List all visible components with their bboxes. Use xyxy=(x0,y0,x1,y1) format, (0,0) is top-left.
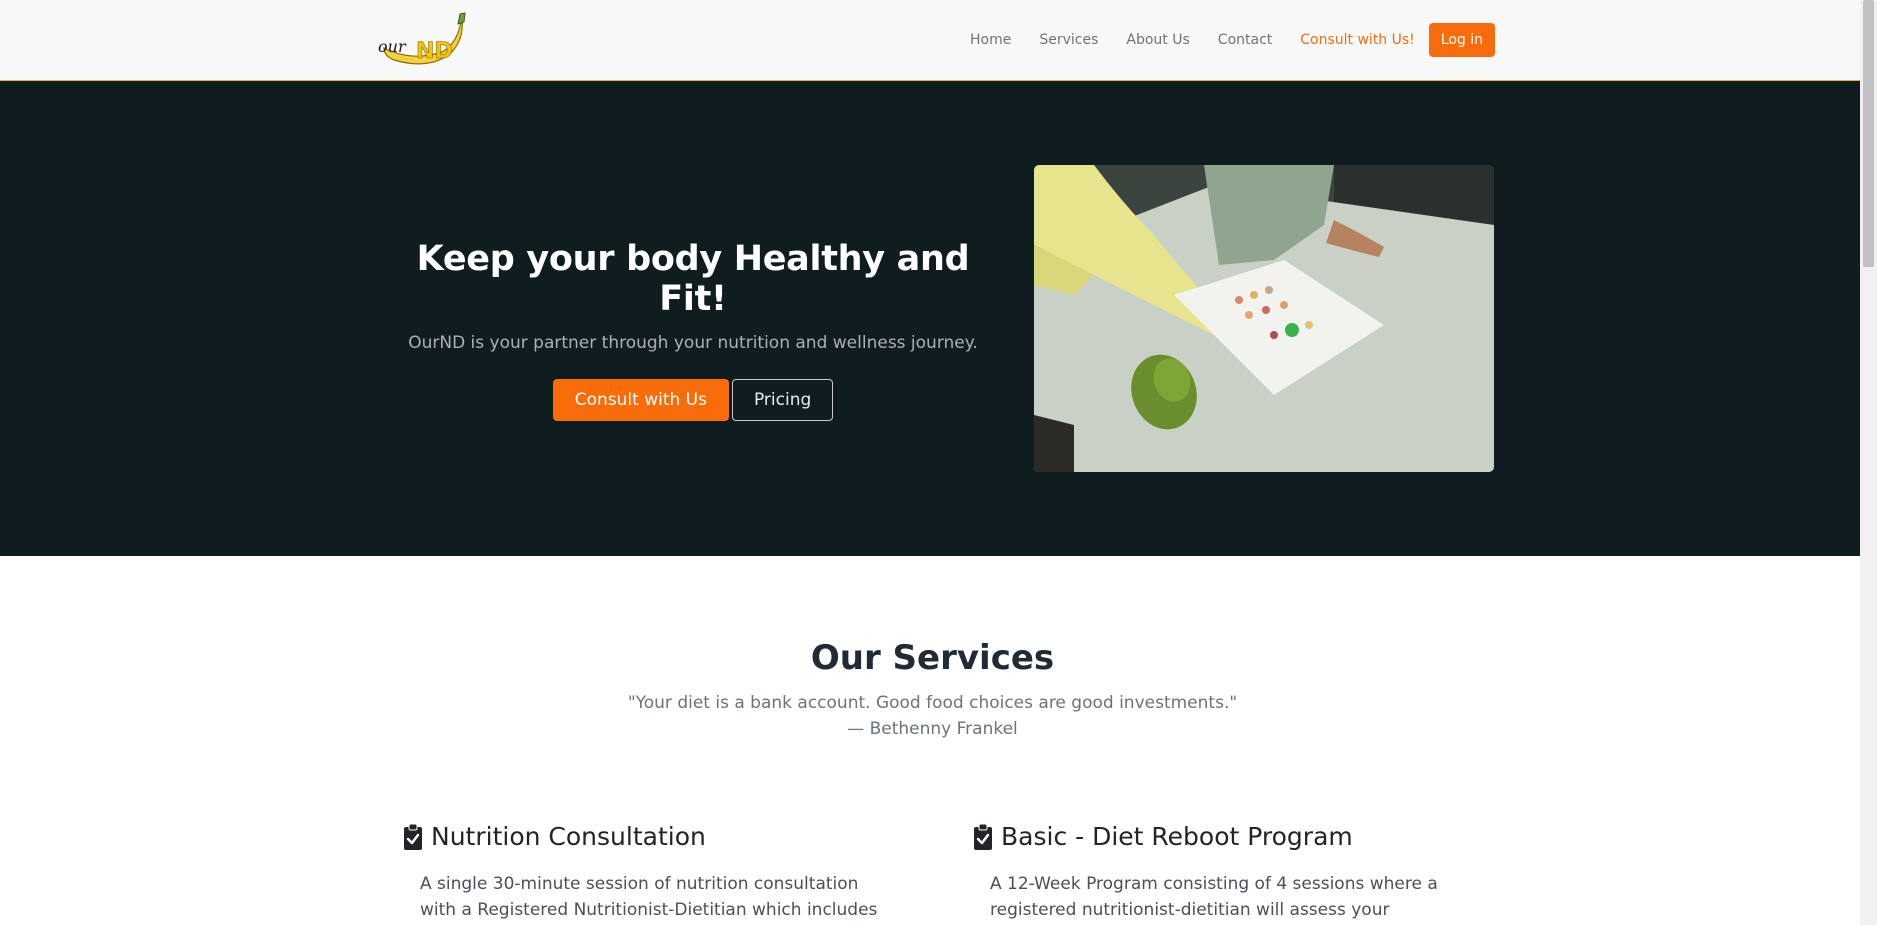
service-heading: Nutrition Consultation xyxy=(403,822,883,851)
hero-image xyxy=(1034,165,1494,472)
nav-services-link[interactable]: Services xyxy=(1039,32,1098,48)
service-card: Basic - Diet Reboot Program A 12-Week Pr… xyxy=(973,822,1453,925)
nav-home-link[interactable]: Home xyxy=(970,32,1011,48)
page-scrollbar[interactable] xyxy=(1860,0,1877,925)
quote-author: — Bethenny Frankel xyxy=(847,719,1018,739)
nav-menu: Home Services About Us Contact Consult w… xyxy=(942,0,1495,80)
service-heading: Basic - Diet Reboot Program xyxy=(973,822,1453,851)
logo-icon: our ND xyxy=(378,12,466,65)
services-title: Our Services xyxy=(810,638,1055,678)
clipboard-check-icon xyxy=(974,823,992,850)
service-title: Nutrition Consultation xyxy=(431,822,706,851)
navbar: our ND Home Services About Us Contact Co… xyxy=(0,0,1860,81)
hero-section: Keep your body Healthy and Fit! OurND is… xyxy=(0,81,1860,556)
service-card: Nutrition Consultation A single 30-minut… xyxy=(403,822,883,925)
nav-consult-link[interactable]: Consult with Us! xyxy=(1300,32,1415,48)
service-description: A single 30-minute session of nutrition … xyxy=(420,874,878,920)
pricing-button[interactable]: Pricing xyxy=(731,379,834,421)
quote-text: "Your diet is a bank account. Good food … xyxy=(627,693,1238,713)
nav-contact-link[interactable]: Contact xyxy=(1218,32,1272,48)
svg-text:our: our xyxy=(378,37,407,56)
hero-content: Keep your body Healthy and Fit! OurND is… xyxy=(393,239,993,421)
service-description: A 12-Week Program consisting of 4 sessio… xyxy=(990,874,1438,920)
brand-logo[interactable]: our ND xyxy=(372,10,467,68)
clipboard-check-icon xyxy=(404,823,422,850)
hero-subtitle: OurND is your partner through your nutri… xyxy=(408,333,978,353)
service-title: Basic - Diet Reboot Program xyxy=(1001,822,1353,851)
login-button[interactable]: Log in xyxy=(1428,23,1495,57)
nav-about-link[interactable]: About Us xyxy=(1126,32,1189,48)
hero-title: Keep your body Healthy and Fit! xyxy=(416,239,970,319)
hero-buttons: Consult with Us Pricing xyxy=(393,379,993,421)
scrollbar-thumb[interactable] xyxy=(1863,0,1874,267)
consult-button[interactable]: Consult with Us xyxy=(552,379,729,421)
svg-text:ND: ND xyxy=(416,39,453,64)
services-quote: "Your diet is a bank account. Good food … xyxy=(0,690,1865,742)
